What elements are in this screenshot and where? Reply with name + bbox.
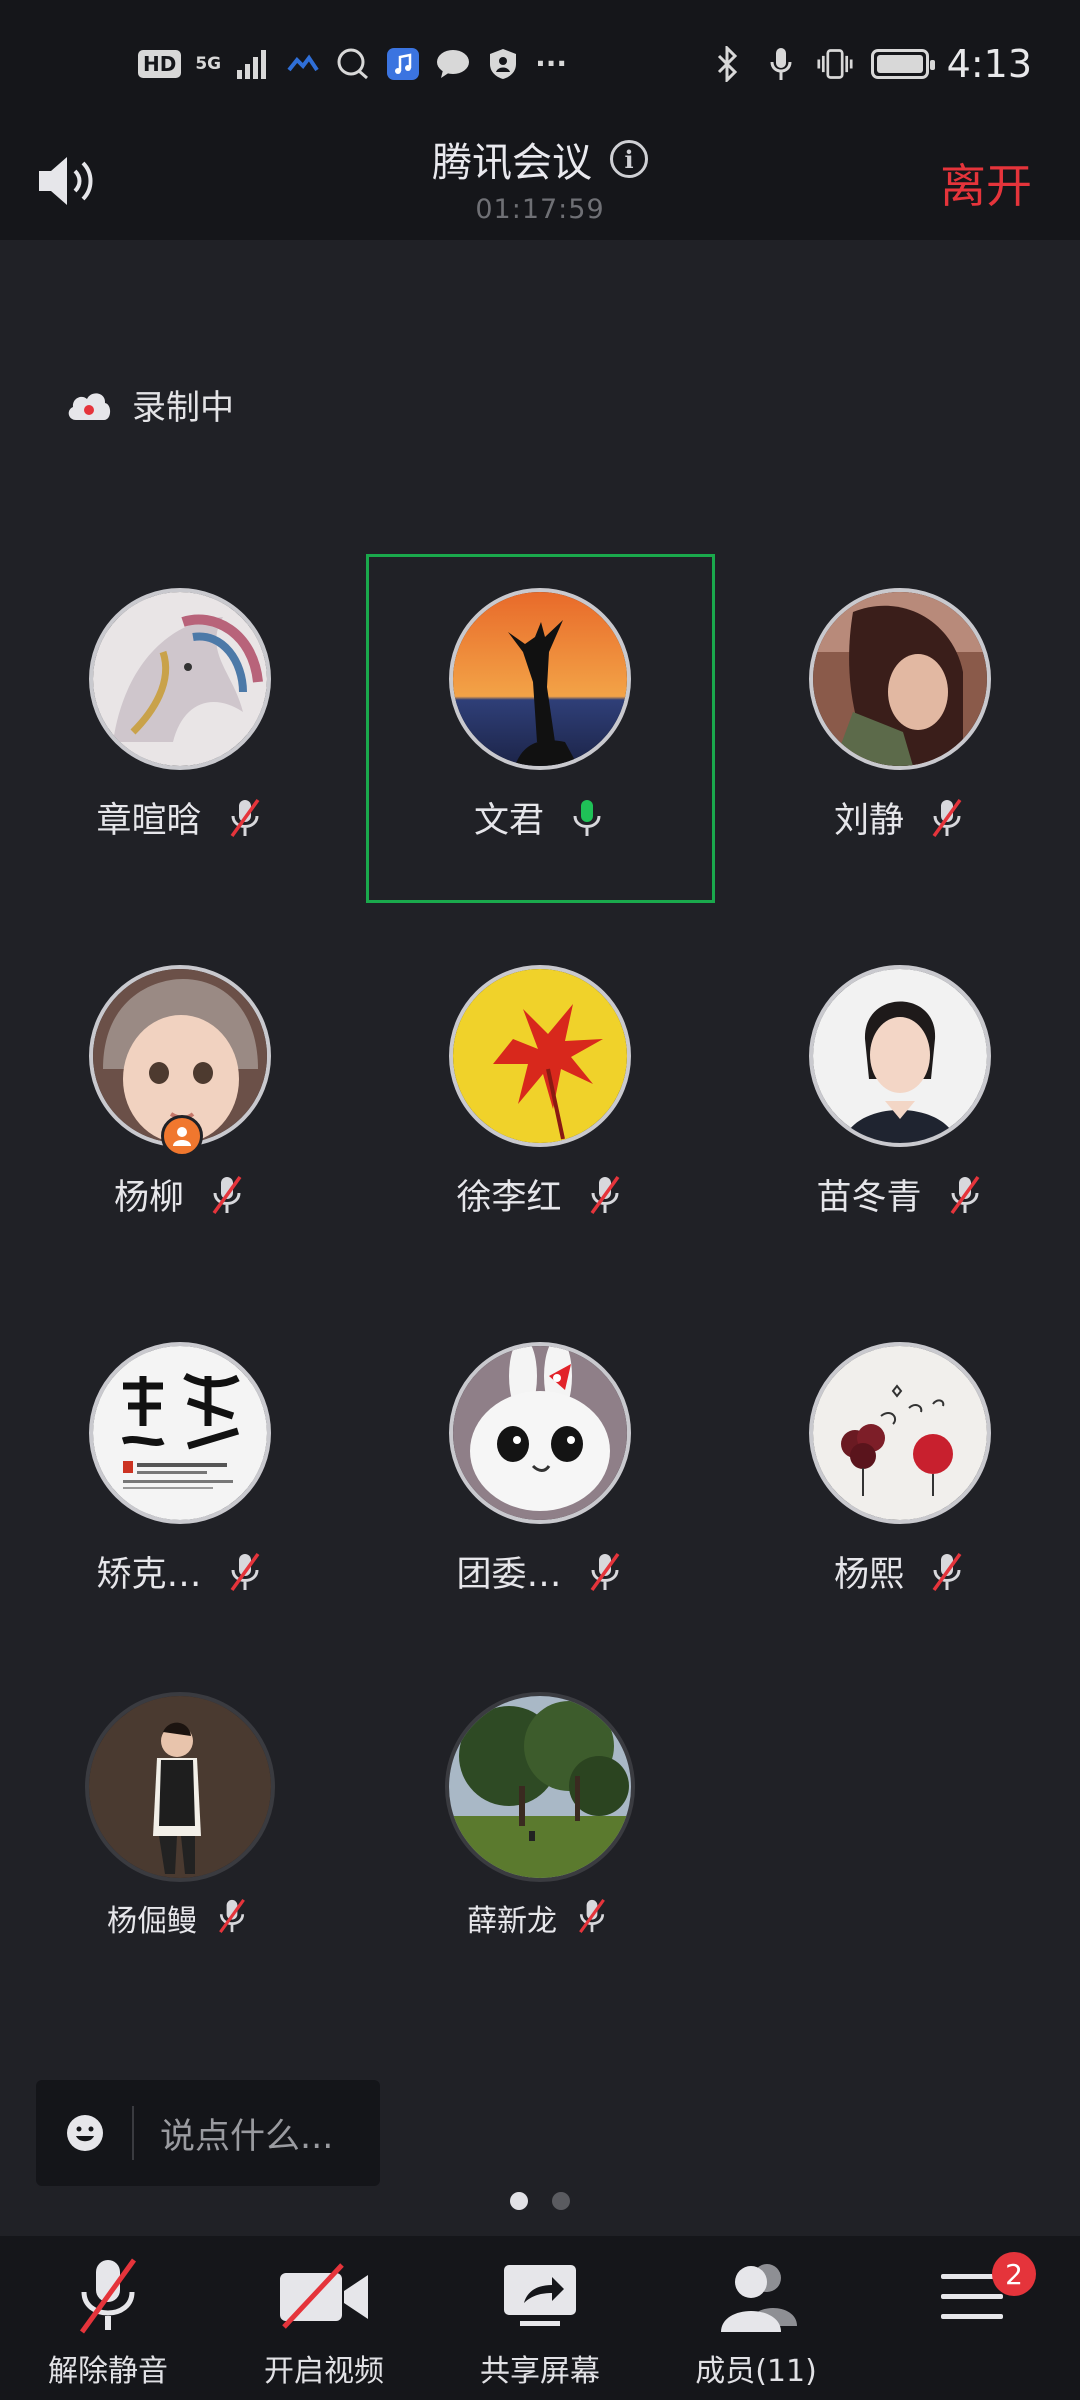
battery-icon [870,49,935,79]
more-notifications-icon: ··· [535,47,568,80]
signal-icon [235,46,271,82]
avatar [89,588,271,770]
video-off-icon [280,2263,368,2329]
mic-muted-icon [215,1896,253,1940]
participant-name: 薛新龙 [467,1904,557,1939]
members-button[interactable]: 成员(11) [656,2250,856,2390]
participant-name: 文君 [473,801,544,841]
network-type: 5G [195,54,222,74]
vibrate-icon [817,46,853,82]
mic-muted-icon [946,1173,984,1217]
participant-name: 杨倔鳗 [107,1904,197,1939]
page-dot-2[interactable] [552,2192,570,2210]
recording-label: 录制中 [132,388,234,428]
leave-button[interactable]: 离开 [940,150,1032,216]
members-icon [721,2264,797,2332]
chat-placeholder[interactable]: 说点什么... [160,2108,333,2159]
mic-muted-icon [226,796,264,840]
mic-status-icon [763,46,799,82]
hd-tag: HD [138,50,182,78]
mic-active-icon [568,796,606,840]
meeting-title-row[interactable]: 腾讯会议 i [432,130,648,188]
avatar [449,1342,631,1524]
message-icon [435,46,471,82]
share-screen-icon [504,2265,576,2326]
chat-divider [132,2106,134,2160]
participant-name: 苗冬青 [816,1178,922,1218]
participant-name: 刘静 [833,801,904,841]
bluetooth-icon [709,46,745,82]
mic-muted-icon [575,1896,613,1940]
mic-muted-icon [79,2258,137,2334]
status-bar: HD 5G ··· 4:13 [0,0,1080,130]
mic-muted-icon [586,1173,624,1217]
clock: 4:13 [946,42,1032,86]
start-video-button[interactable]: 开启视频 [224,2250,424,2390]
notification-badge: 2 [992,2252,1036,2296]
avatar [809,1342,991,1524]
participant-tile[interactable]: 团委… [440,1342,640,1597]
chat-input[interactable]: 说点什么... [36,2080,380,2186]
participant-tile[interactable]: 杨熙 [800,1342,1000,1597]
unmute-button[interactable]: 解除静音 [8,2250,208,2390]
participant-name: 徐李红 [456,1178,562,1218]
participant-tile[interactable]: 徐李红 [440,965,640,1220]
avatar [89,965,271,1157]
participant-name: 矫克… [96,1555,202,1595]
meeting-title: 腾讯会议 [432,140,592,186]
page-dot-1[interactable] [510,2192,528,2210]
participant-tile[interactable]: 苗冬青 [800,965,1000,1220]
avatar [85,1692,275,1882]
participant-tile[interactable]: 杨柳 [80,965,280,1220]
avatar [449,965,631,1147]
shield-icon [485,46,521,82]
meeting-header: 腾讯会议 i 01:17:59 离开 [0,130,1080,240]
participant-name: 杨熙 [833,1555,904,1595]
participant-tile[interactable]: 文君 [440,588,640,843]
page-indicator [0,2192,1080,2210]
cloud-icon [285,46,321,82]
participant-tile[interactable]: 矫克… [80,1342,280,1597]
avatar [89,1342,271,1524]
avatar [445,1692,635,1882]
bottom-toolbar: 解除静音 开启视频 共享屏幕 成员(11) 2 [0,2236,1080,2400]
mic-muted-icon [226,1550,264,1594]
share-screen-button[interactable]: 共享屏幕 [440,2250,640,2390]
emoji-icon[interactable] [64,2112,106,2154]
participant-tile[interactable]: 薛新龙 [440,1692,640,1940]
info-icon[interactable]: i [610,140,648,178]
meeting-timer: 01:17:59 [475,194,605,225]
music-app-icon [385,46,421,82]
avatar [449,588,631,770]
mic-muted-icon [208,1173,246,1217]
share-screen-label: 共享屏幕 [480,2354,600,2389]
more-menu-button[interactable]: 2 [872,2250,1072,2342]
host-badge-icon [161,1115,203,1157]
participant-name: 团委… [456,1555,562,1595]
members-label: 成员(11) [695,2354,817,2389]
mic-muted-icon [928,796,966,840]
mic-muted-icon [928,1550,966,1594]
chat-bubble-icon [335,46,371,82]
unmute-label: 解除静音 [48,2354,168,2389]
avatar [809,965,991,1147]
start-video-label: 开启视频 [264,2354,384,2389]
participant-tile[interactable]: 章暄晗 [80,588,280,843]
participant-tile[interactable]: 刘静 [800,588,1000,843]
participant-tile[interactable]: 杨倔鳗 [80,1692,280,1940]
recording-indicator: 录制中 [64,380,234,429]
participant-name: 杨柳 [113,1178,184,1218]
cloud-record-icon [68,392,111,420]
avatar [809,588,991,770]
participant-name: 章暄晗 [96,801,202,841]
mic-muted-icon [586,1550,624,1594]
